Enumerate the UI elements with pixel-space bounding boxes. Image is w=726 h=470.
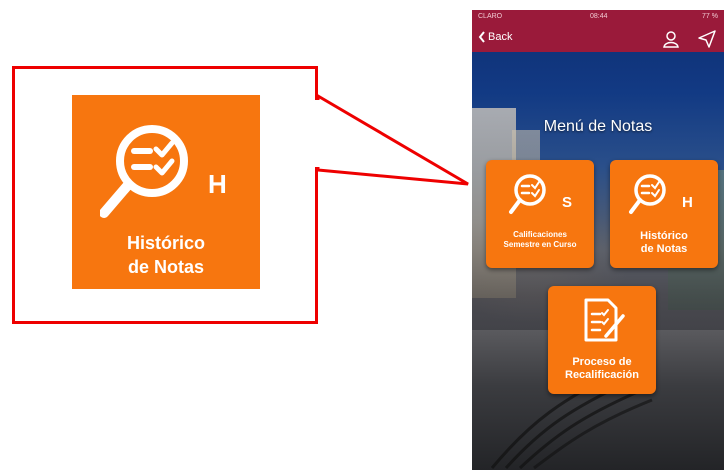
- back-label: Back: [488, 31, 513, 43]
- battery-level: 77 %: [702, 13, 718, 20]
- chevron-left-icon: [478, 31, 485, 43]
- zoomed-tile-badge: H: [208, 169, 227, 199]
- zoomed-tile-label-line2: de Notas: [127, 257, 205, 277]
- tile-label-line1: Histórico: [640, 230, 688, 242]
- status-bar: CLARO 08:44 77 %: [472, 10, 724, 24]
- zoomed-tile-label-line1: Histórico: [126, 233, 205, 253]
- document-edit-icon: [584, 298, 625, 342]
- send-icon[interactable]: [698, 30, 716, 48]
- zoomed-historico-tile: H Histórico de Notas: [72, 95, 260, 289]
- magnifier-checklist-icon: [629, 174, 666, 214]
- tile-badge: H: [682, 194, 693, 211]
- user-icon[interactable]: [662, 30, 680, 48]
- tile-label-line1: Calificaciones: [513, 230, 567, 239]
- tile-label-line2: de Notas: [640, 243, 688, 255]
- tile-label-line2: Recalificación: [565, 369, 639, 381]
- phone-screen: CLARO 08:44 77 % Back Menú de Notas S Ca…: [472, 10, 724, 470]
- tile-label: Calificaciones Semestre en Curso: [486, 230, 594, 250]
- magnifier-checklist-icon: [509, 174, 546, 214]
- zoomed-tile-label: Histórico de Notas: [72, 231, 260, 279]
- historico-notas-tile[interactable]: H Histórico de Notas: [610, 160, 718, 268]
- callout-joint: [315, 100, 321, 167]
- carrier-label: CLARO: [478, 13, 503, 20]
- tile-label-line1: Proceso de: [572, 356, 632, 368]
- nav-bar: Back: [472, 24, 724, 52]
- status-time: 08:44: [590, 13, 608, 20]
- tile-label: Proceso de Recalificación: [548, 356, 656, 382]
- tile-label-line2: Semestre en Curso: [503, 240, 577, 249]
- calificaciones-semestre-tile[interactable]: S Calificaciones Semestre en Curso: [486, 160, 594, 268]
- tile-label: Histórico de Notas: [610, 230, 718, 256]
- menu-title: Menú de Notas: [543, 118, 653, 135]
- tile-badge: S: [562, 194, 573, 211]
- proceso-recalificacion-tile[interactable]: Proceso de Recalificación: [548, 286, 656, 394]
- back-button[interactable]: Back: [478, 31, 512, 43]
